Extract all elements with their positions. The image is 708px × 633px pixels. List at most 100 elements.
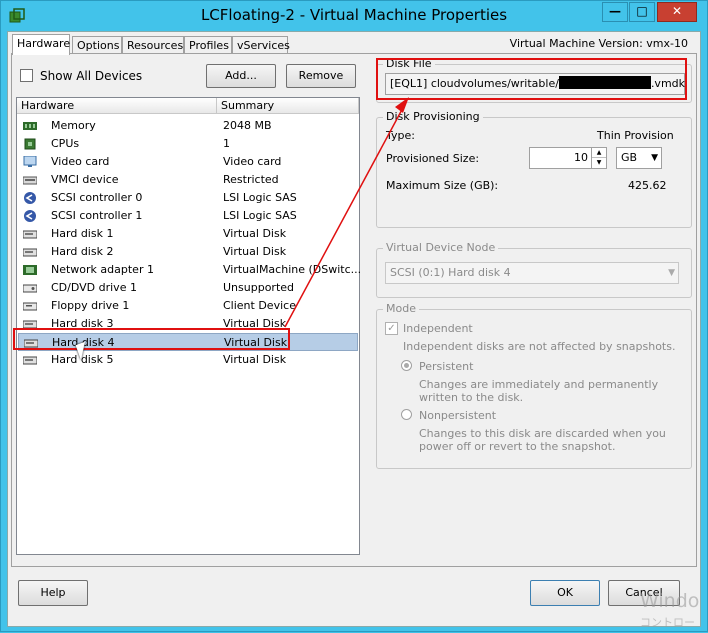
cdrom-icon [23,284,37,293]
hardware-row-summary: Restricted [223,173,279,186]
persistent-label: Persistent [419,360,474,373]
hardware-row-summary: Virtual Disk [223,353,287,366]
spin-up-icon[interactable]: ▲ [592,148,606,158]
nonpersistent-radio[interactable] [401,409,412,420]
size-unit-select[interactable]: GB ▼ [616,147,662,169]
hardware-tab-panel: Show All Devices Add... Remove Hardware … [11,53,697,567]
minimize-button[interactable]: — [602,2,628,22]
hardware-row-name: CD/DVD drive 1 [51,281,137,294]
floppy-icon [23,302,37,311]
hardware-row-name: VMCI device [51,173,119,186]
size-unit-value: GB [621,151,638,164]
vdn-label: Virtual Device Node [383,241,499,254]
column-header-hardware[interactable]: Hardware [17,98,217,114]
hardware-row-name: Floppy drive 1 [51,299,130,312]
hardware-row[interactable]: CPUs 1 [18,135,358,153]
persistent-radio[interactable] [401,360,412,371]
title-bar[interactable]: LCFloating-2 - Virtual Machine Propertie… [1,1,707,31]
mode-label: Mode [383,302,419,315]
minimize-icon: — [609,4,621,18]
annotation-box-harddisk4 [13,328,290,350]
persistent-description: Changes are immediately and permanently … [419,378,659,404]
disk-provisioning-group: Disk Provisioning Type: Thin Provision P… [376,110,692,228]
show-all-devices-label: Show All Devices [40,69,143,83]
network-icon [23,265,37,275]
monitor-icon [23,156,37,167]
hardware-row[interactable]: Hard disk 1 Virtual Disk [18,225,358,243]
radio-dot [404,363,409,368]
mode-group: Mode ✓ Independent Independent disks are… [376,302,692,469]
size-spinner[interactable]: ▲ ▼ [591,148,606,168]
hardware-row-name: SCSI controller 0 [51,191,143,204]
maximize-icon: □ [636,4,648,18]
help-button[interactable]: Help [18,580,88,606]
chevron-down-icon: ▼ [651,153,658,163]
spin-down-icon[interactable]: ▼ [592,158,606,167]
virtual-device-node-group: Virtual Device Node SCSI (0:1) Hard disk… [376,241,692,298]
hardware-list[interactable]: Hardware Summary Memory 2048 MB CPUs 1 Video… [16,97,362,555]
show-all-devices-checkbox[interactable] [20,69,33,82]
hardware-row[interactable]: Memory 2048 MB [18,117,358,135]
ok-button[interactable]: OK [530,580,600,606]
tab-profiles[interactable]: Profiles [184,36,232,54]
provisioned-size-label: Provisioned Size: [386,152,480,165]
disk-icon [23,230,37,239]
vdn-value: SCSI (0:1) Hard disk 4 [390,266,511,279]
device-icon [23,176,37,185]
disk-icon [23,248,37,257]
hardware-row[interactable]: Hard disk 5 Virtual Disk [18,351,358,369]
hardware-row-name: SCSI controller 1 [51,209,143,222]
hardware-row[interactable]: SCSI controller 1 LSI Logic SAS [18,207,358,225]
add-button[interactable]: Add... [206,64,276,88]
hardware-row[interactable]: Floppy drive 1 Client Device [18,297,358,315]
hardware-row[interactable]: Video card Video card [18,153,358,171]
dialog-window: LCFloating-2 - Virtual Machine Propertie… [0,0,708,632]
max-size-value: 425.62 [628,179,667,192]
vm-version: Virtual Machine Version: vmx-10 [509,37,688,50]
scsi-icon [24,192,36,204]
hardware-row-summary: Virtual Disk [223,227,287,240]
close-button[interactable]: ✕ [657,2,697,22]
annotation-box-diskfile [376,58,687,100]
hardware-row-summary: VirtualMachine (DSwitc... [223,263,362,276]
independent-checkbox[interactable]: ✓ [385,322,398,335]
independent-label: Independent [403,322,473,335]
hardware-row-name: Video card [51,155,110,168]
tab-resources[interactable]: Resources [122,36,184,54]
hardware-row-name: CPUs [51,137,80,150]
hardware-row-summary: 2048 MB [223,119,272,132]
nonpersistent-description: Changes to this disk are discarded when … [419,427,666,453]
vdn-select[interactable]: SCSI (0:1) Hard disk 4 ▼ [385,262,679,284]
hardware-row[interactable]: Hard disk 2 Virtual Disk [18,243,358,261]
hardware-row-summary: LSI Logic SAS [223,191,297,204]
cpu-icon [24,138,36,150]
hardware-row[interactable]: SCSI controller 0 LSI Logic SAS [18,189,358,207]
type-label: Type: [386,129,415,142]
hardware-row-summary: Video card [223,155,282,168]
scsi-icon [24,210,36,222]
hardware-row[interactable]: VMCI device Restricted [18,171,358,189]
chevron-down-icon: ▼ [668,268,675,278]
hardware-row-summary: LSI Logic SAS [223,209,297,222]
tab-vservices[interactable]: vServices [232,36,290,54]
hardware-row-name: Hard disk 1 [51,227,114,240]
hardware-row-summary: Client Device [223,299,296,312]
activation-watermark: Windo [640,590,700,612]
hardware-row-summary: Virtual Disk [223,245,287,258]
tab-hardware[interactable]: Hardware [12,34,70,55]
maximize-button[interactable]: □ [629,2,655,22]
max-size-label: Maximum Size (GB): [386,179,499,192]
hardware-row-name: Hard disk 2 [51,245,114,258]
hardware-row-name: Memory [51,119,96,132]
hardware-row-summary: 1 [223,137,230,150]
activation-watermark-sub: コントロー [640,616,695,629]
independent-description: Independent disks are not affected by sn… [403,340,676,353]
tab-options[interactable]: Options [72,36,122,54]
hardware-row[interactable]: CD/DVD drive 1 Unsupported [18,279,358,297]
disk-icon [23,356,37,365]
hardware-row[interactable]: Network adapter 1 VirtualMachine (DSwitc.… [18,261,362,279]
hardware-row-name: Network adapter 1 [51,263,154,276]
remove-button[interactable]: Remove [286,64,356,88]
memory-icon [23,122,37,130]
column-header-summary[interactable]: Summary [217,98,359,114]
